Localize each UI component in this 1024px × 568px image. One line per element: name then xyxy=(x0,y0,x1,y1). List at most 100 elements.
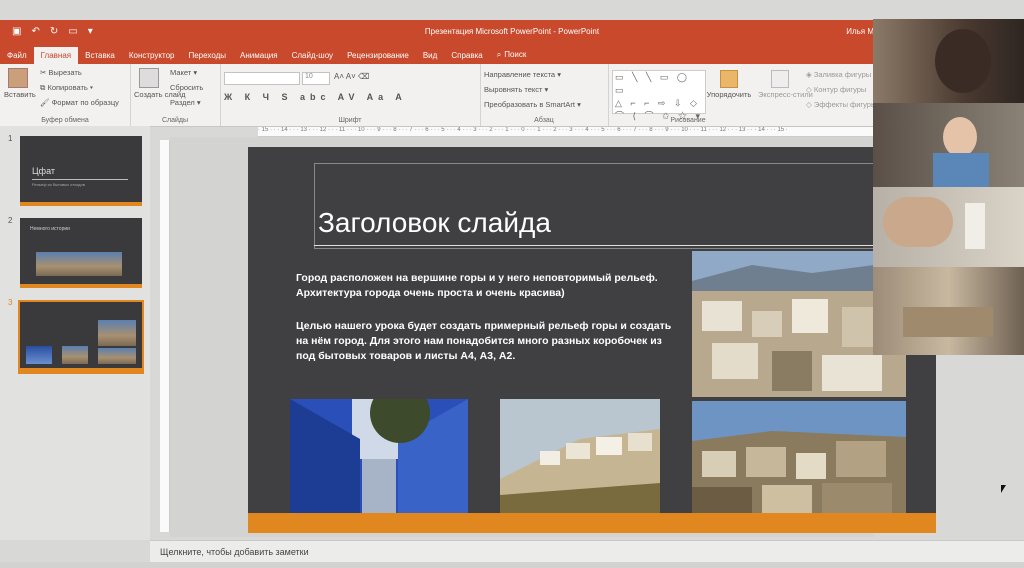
thumbnail-number-3: 3 xyxy=(8,298,13,307)
participant-head xyxy=(935,29,991,93)
clipboard-group: Вставить ✂ Вырезать ⧉ Копировать ▾ 🖌 Фор… xyxy=(0,64,131,126)
thumbnail-subtitle: Рельеф из бытовых отходов xyxy=(32,182,85,187)
video-feed-3[interactable] xyxy=(873,187,1024,267)
user-name[interactable]: Илья М xyxy=(846,27,874,36)
paste-button[interactable]: Вставить xyxy=(4,68,36,99)
tab-transitions[interactable]: Переходы xyxy=(181,47,233,64)
video-feed-4[interactable] xyxy=(873,267,1024,355)
outline-icon: ◇ xyxy=(806,85,814,94)
vertical-ruler[interactable] xyxy=(160,140,170,532)
format-painter-label: Формат по образцу xyxy=(51,98,119,107)
paste-label: Вставить xyxy=(4,90,36,99)
font-group: 10 A˄ A˅ ⌫ Ж К Ч S abc AV Aa A Шрифт xyxy=(220,64,481,126)
slide-paragraph-2[interactable]: Целью нашего урока будет создать примерн… xyxy=(296,319,680,364)
object-bottle xyxy=(965,203,985,249)
clipboard-icon xyxy=(8,68,28,88)
layout-label: Макет xyxy=(170,68,192,77)
search-icon: ⌕ xyxy=(496,50,502,59)
layout-button[interactable]: Макет ▾ xyxy=(170,68,197,77)
city-photo-bottom-right[interactable] xyxy=(692,401,906,519)
cut-label: Вырезать xyxy=(48,68,82,77)
tab-search[interactable]: ⌕ Поиск xyxy=(490,46,534,64)
font-size-buttons[interactable]: A˄ A˅ ⌫ xyxy=(334,72,369,81)
ribbon: Вставить ✂ Вырезать ⧉ Копировать ▾ 🖌 Фор… xyxy=(0,64,1024,127)
quick-styles-button[interactable]: Экспресс-стили xyxy=(758,70,813,99)
tab-slideshow[interactable]: Слайд-шоу xyxy=(285,47,340,64)
thumbnail-title: Немного истории xyxy=(30,226,70,232)
alley-photo-svg xyxy=(290,383,468,517)
section-button[interactable]: Раздел ▾ xyxy=(170,98,201,107)
thumbnail-image xyxy=(98,320,136,346)
slide-thumbnail-2[interactable]: Немного истории xyxy=(20,218,142,288)
new-slide-icon xyxy=(139,68,159,88)
shape-outline-label: Контур фигуры xyxy=(813,85,867,94)
shape-fill-button[interactable]: ◈ Заливка фигуры xyxy=(806,70,871,79)
tab-review[interactable]: Рецензирование xyxy=(340,47,416,64)
hill-town-photo[interactable] xyxy=(500,399,660,517)
font-format-buttons[interactable]: Ж К Ч S abc AV Aa A xyxy=(224,92,407,102)
participant-body xyxy=(933,153,989,187)
participant-head xyxy=(943,117,977,157)
effects-icon: ◇ xyxy=(806,100,814,109)
notes-pane[interactable]: Щелкните, чтобы добавить заметки xyxy=(150,540,1024,563)
slide-thumbnail-1[interactable]: Цфат Рельеф из бытовых отходов xyxy=(20,136,142,206)
arrange-button[interactable]: Упорядочить xyxy=(706,70,752,99)
arrange-label: Упорядочить xyxy=(706,90,752,99)
thumbnail-title: Цфат xyxy=(32,166,55,176)
shape-effects-button[interactable]: ◇ Эффекты фигуры xyxy=(806,100,876,109)
screen: ▣ ↶ ↻ ▭ ▾ Презентация Microsoft PowerPoi… xyxy=(0,0,1024,568)
horizontal-ruler[interactable]: · 15 · · · 14 · · · 13 · · · 12 · · · 11… xyxy=(258,127,874,137)
new-slide-button[interactable]: Создать слайд xyxy=(134,68,185,99)
current-slide[interactable]: Заголовок слайда Город расположен на вер… xyxy=(248,147,936,533)
text-direction-button[interactable]: Направление текста ▾ xyxy=(484,70,561,79)
quick-styles-label: Экспресс-стили xyxy=(758,90,813,99)
section-label: Раздел xyxy=(170,98,195,107)
title-underline xyxy=(314,245,914,246)
format-painter-button[interactable]: 🖌 Формат по образцу xyxy=(40,98,119,107)
smartart-label: Преобразовать в SmartArt xyxy=(484,100,575,109)
tab-animations[interactable]: Анимация xyxy=(233,47,285,64)
search-label: Поиск xyxy=(504,50,527,59)
smartart-button[interactable]: Преобразовать в SmartArt ▾ xyxy=(484,100,581,109)
ribbon-tabs: Файл Главная Вставка Конструктор Переход… xyxy=(0,44,1024,64)
slides-group-label: Слайды xyxy=(161,117,189,124)
video-feed-1[interactable] xyxy=(873,19,1024,103)
thumbnail-image xyxy=(62,346,88,364)
copy-label: Копировать xyxy=(47,83,88,92)
fill-icon: ◈ xyxy=(806,70,814,79)
participant-arm xyxy=(883,197,953,247)
blue-alley-photo[interactable] xyxy=(290,383,468,517)
paragraph-group: Направление текста ▾ Выровнять текст ▾ П… xyxy=(480,64,609,126)
status-bar xyxy=(0,562,1024,568)
shape-fill-label: Заливка фигуры xyxy=(813,70,872,79)
tab-insert[interactable]: Вставка xyxy=(78,47,122,64)
align-text-button[interactable]: Выровнять текст ▾ xyxy=(484,85,548,94)
font-size-box[interactable]: 10 xyxy=(302,72,330,85)
drawing-group-label: Рисование xyxy=(670,117,706,124)
slide-title[interactable]: Заголовок слайда xyxy=(318,207,551,239)
city-photo-svg xyxy=(692,401,906,519)
slide-thumbnail-3[interactable] xyxy=(18,300,144,374)
copy-button[interactable]: ⧉ Копировать ▾ xyxy=(40,83,93,93)
tab-help[interactable]: Справка xyxy=(444,47,489,64)
video-feed-2[interactable] xyxy=(873,103,1024,187)
reset-button[interactable]: Сбросить xyxy=(170,83,203,92)
thumbnail-number-2: 2 xyxy=(8,216,13,225)
thumbnail-image xyxy=(26,346,52,364)
cut-button[interactable]: ✂ Вырезать xyxy=(40,68,82,77)
tab-file[interactable]: Файл xyxy=(0,47,34,64)
paragraph-group-label: Абзац xyxy=(534,117,554,124)
reset-label: Сбросить xyxy=(170,83,204,92)
slide-paragraph-1[interactable]: Город расположен на вершине горы и у нег… xyxy=(296,271,680,301)
shape-effects-label: Эффекты фигуры xyxy=(813,100,877,109)
thumbnail-divider xyxy=(32,179,128,180)
shapes-gallery[interactable]: ▭ ╲ ╲ ▭ ◯ ▭ △ ⌐ ⌐ ⇨ ⇩ ◇ ⌒ ⟨ ⌒ ✩ ☆ ▾ xyxy=(612,70,706,121)
tab-home[interactable]: Главная xyxy=(33,47,79,64)
slide-thumbnails-pane: 1 Цфат Рельеф из бытовых отходов 2 Немно… xyxy=(0,126,150,540)
mouse-cursor-icon xyxy=(1001,485,1006,493)
tab-view[interactable]: Вид xyxy=(416,47,444,64)
shape-outline-button[interactable]: ◇ Контур фигуры xyxy=(806,85,866,94)
tab-design[interactable]: Конструктор xyxy=(122,47,182,64)
font-name-box[interactable] xyxy=(224,72,300,85)
hill-photo-svg xyxy=(500,399,660,517)
